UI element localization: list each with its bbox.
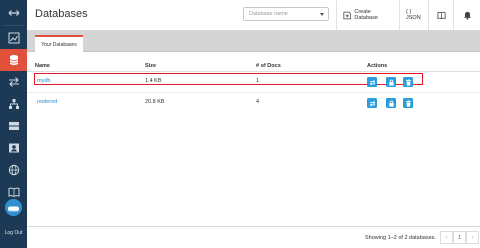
table-header: Name Size # of Docs Actions xyxy=(27,52,480,72)
json-view-button[interactable]: { } JSON xyxy=(399,0,427,30)
column-header-size[interactable]: Size xyxy=(145,63,156,69)
database-doc-count: 1 xyxy=(256,78,260,84)
sidebar-item-users[interactable] xyxy=(0,137,27,159)
column-header-name[interactable]: Name xyxy=(35,63,50,69)
sidebar-item-replication[interactable] xyxy=(0,71,27,93)
replicate-button[interactable] xyxy=(367,77,377,87)
bell-icon xyxy=(463,11,471,20)
json-label: { } JSON xyxy=(406,9,421,21)
sidebar-collapse-button[interactable] xyxy=(0,2,27,24)
database-name-link[interactable]: mydb xyxy=(37,78,50,84)
replicate-icon xyxy=(369,79,375,85)
pagination-summary: Showing 1–2 of 2 databases. xyxy=(365,235,436,241)
create-database-icon xyxy=(343,11,351,19)
server-icon xyxy=(8,122,19,130)
page-1-button[interactable]: 1 xyxy=(453,231,466,244)
table-row: nodered 20.8 KB 4 xyxy=(27,93,480,114)
column-header-docs[interactable]: # of Docs xyxy=(256,63,281,69)
databases-table: Name Size # of Docs Actions mydb 1.4 KB … xyxy=(27,52,480,114)
page-title: Databases xyxy=(35,8,88,20)
replication-icon xyxy=(8,77,19,87)
trash-icon xyxy=(405,78,411,86)
globe-icon xyxy=(8,164,19,176)
documentation-button[interactable] xyxy=(428,0,453,30)
header: Databases Create Database { } JSON xyxy=(27,0,480,31)
lock-icon xyxy=(388,100,394,107)
pagination-footer: Showing 1–2 of 2 databases. ‹ 1 › xyxy=(27,226,480,248)
sidebar-divider xyxy=(3,25,24,26)
tab-your-databases[interactable]: Your Databases xyxy=(35,35,83,52)
create-database-button[interactable]: Create Database xyxy=(336,0,399,30)
database-size: 1.4 KB xyxy=(145,78,162,84)
collapse-arrows-icon xyxy=(8,10,19,16)
lock-icon xyxy=(388,79,394,86)
permissions-button[interactable] xyxy=(386,77,396,87)
sidebar-item-activity[interactable] xyxy=(0,27,27,49)
replicate-icon xyxy=(369,100,375,106)
database-name-link[interactable]: nodered xyxy=(37,99,57,105)
replicate-button[interactable] xyxy=(367,98,377,108)
next-page-button[interactable]: › xyxy=(466,231,479,244)
database-search[interactable] xyxy=(243,7,329,21)
sidebar-item-globe[interactable] xyxy=(0,159,27,181)
database-icon xyxy=(9,55,18,65)
chevron-down-icon[interactable] xyxy=(320,13,324,16)
sidebar: Log Out xyxy=(0,0,27,248)
prev-page-button[interactable]: ‹ xyxy=(440,231,453,244)
database-size: 20.8 KB xyxy=(145,99,165,105)
book-icon xyxy=(436,11,446,19)
row-highlight xyxy=(34,73,423,85)
user-icon xyxy=(8,143,19,153)
tab-bar: Your Databases xyxy=(27,31,480,52)
permissions-button[interactable] xyxy=(386,98,396,108)
logout-link[interactable]: Log Out xyxy=(0,230,27,236)
sidebar-item-databases[interactable] xyxy=(0,49,27,71)
table-row: mydb 1.4 KB 1 xyxy=(27,72,480,93)
sidebar-item-network[interactable] xyxy=(0,93,27,115)
sidebar-item-server[interactable] xyxy=(0,115,27,137)
delete-button[interactable] xyxy=(403,98,413,108)
network-icon xyxy=(8,99,19,109)
database-doc-count: 4 xyxy=(256,99,260,105)
activity-chart-icon xyxy=(8,32,19,44)
trash-icon xyxy=(405,99,411,107)
documentation-icon xyxy=(8,187,19,198)
database-search-input[interactable] xyxy=(244,8,316,20)
notifications-button[interactable] xyxy=(453,0,480,30)
avatar[interactable] xyxy=(5,199,22,216)
column-header-actions: Actions xyxy=(367,63,388,69)
couch-logo-icon xyxy=(5,199,22,216)
delete-button[interactable] xyxy=(403,77,413,87)
create-database-label: Create Database xyxy=(354,9,378,21)
